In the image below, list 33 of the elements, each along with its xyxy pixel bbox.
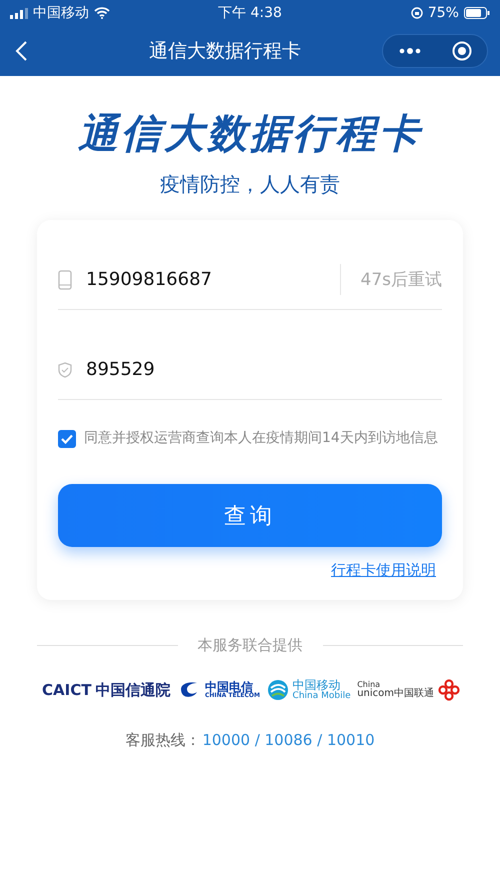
logo-text: 中国信通院 xyxy=(95,680,170,700)
wifi-icon xyxy=(94,7,110,19)
logo-text: China xyxy=(357,680,380,689)
rotation-lock-icon xyxy=(410,7,423,19)
battery-percent: 75% xyxy=(428,5,459,21)
logo-text: China Mobile xyxy=(292,692,351,702)
battery-icon xyxy=(464,7,490,19)
providers-heading: 本服务联合提供 xyxy=(198,636,302,655)
hotline-label: 客服热线： xyxy=(125,731,200,750)
consent-checkbox[interactable] xyxy=(58,430,76,448)
code-field[interactable]: 895529 xyxy=(84,358,442,381)
status-time: 下午 4:38 xyxy=(218,4,282,22)
carrier-name: 中国移动 xyxy=(33,4,89,22)
logo-text: CAICT xyxy=(42,681,92,700)
consent-text: 同意并授权运营商查询本人在疫情期间14天内到访地信息 xyxy=(84,429,438,448)
phone-icon xyxy=(58,270,72,290)
knot-logo-icon xyxy=(438,679,460,702)
signal-icon xyxy=(10,8,28,18)
back-icon[interactable] xyxy=(14,40,28,62)
hotline-numbers: 10000 / 10086 / 10010 xyxy=(202,731,375,750)
logo-text: 中国移动 xyxy=(292,679,341,692)
help-link[interactable]: 行程卡使用说明 xyxy=(331,561,436,580)
page-title: 通信大数据行程卡 xyxy=(78,110,422,159)
window-title: 通信大数据行程卡 xyxy=(149,39,301,64)
logo-text: 中国电信 xyxy=(205,680,253,694)
query-button[interactable]: 查询 xyxy=(58,484,442,547)
more-icon[interactable] xyxy=(398,47,420,55)
menu-capsule[interactable] xyxy=(382,34,488,68)
page-subtitle: 疫情防控，人人有责 xyxy=(160,171,340,198)
logo-text: unicom中国联通 xyxy=(357,688,434,700)
mobile-logo-icon xyxy=(266,679,289,702)
shield-icon xyxy=(58,362,72,378)
phone-field[interactable]: 15909816687 xyxy=(84,268,328,291)
